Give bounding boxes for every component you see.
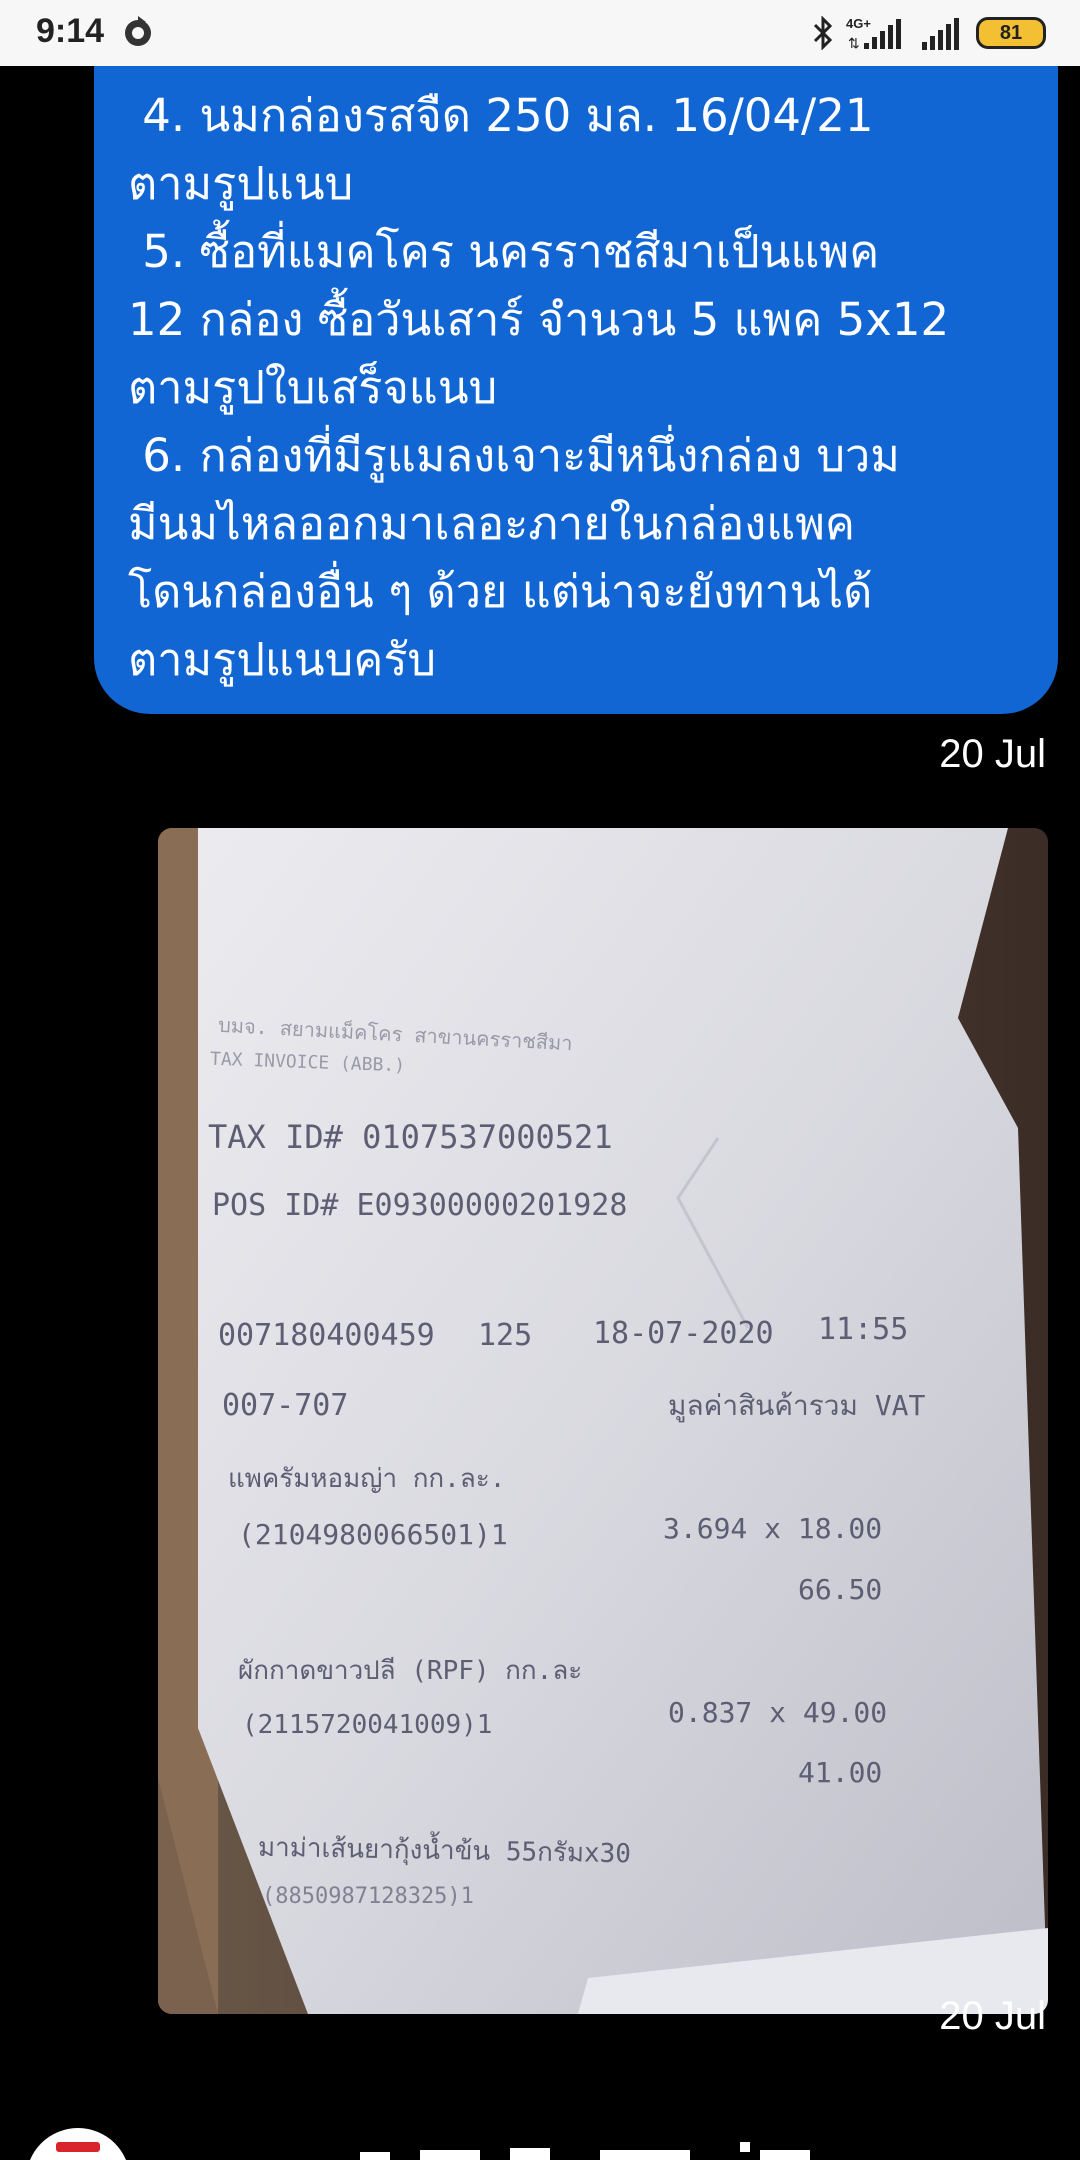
message-line: ตามรูปแนบครับ — [128, 633, 437, 686]
svg-text:⇅: ⇅ — [848, 35, 860, 51]
signal-icon — [920, 16, 964, 50]
receipt-item-total: 41.00 — [798, 1756, 883, 1789]
receipt-item-name: แพครัมหอมญ่า กก.ละ. — [228, 1464, 506, 1494]
receipt-item-code: (2104980066501)1 — [238, 1518, 508, 1551]
receipt-txn-no: 007180400459 — [218, 1318, 435, 1353]
message-line: ตามรูปแนบ — [128, 157, 354, 210]
receipt-item-name: มาม่าเส้นยากุ้งน้ำข้น 55กรัมx30 — [257, 1832, 632, 1870]
avatar[interactable] — [26, 2128, 130, 2160]
receipt-item-name: ผักกาดขาวปลี (RPF) กก.ละ — [238, 1656, 583, 1686]
message-line: มีนมไหลออกมาเลอะภายในกล่องแพค — [128, 497, 855, 550]
receipt-vat-header: มูลค่าสินค้ารวม VAT — [668, 1389, 926, 1422]
message-line: โดนกล่องอื่น ๆ ด้วย แต่น่าจะยังทานได้ — [128, 565, 873, 618]
battery-level: 81 — [999, 21, 1023, 44]
message-timestamp: 20 Jul — [939, 732, 1046, 776]
bluetooth-icon — [812, 16, 834, 50]
receipt-item-code: (8850987128325)1 — [262, 1884, 474, 1909]
receipt-txn-code: 125 — [478, 1318, 533, 1353]
receipt-item-qty-price: 0.837 x 49.00 — [668, 1696, 888, 1729]
battery-icon: 81 — [976, 17, 1046, 49]
avatar-logo — [56, 2142, 100, 2152]
message-line: 5. ซื้อที่แมคโคร นครราชสีมาเป็นแพค — [128, 225, 880, 278]
status-time: 9:14 — [36, 12, 105, 50]
receipt-photo[interactable]: บมจ. สยามแม็คโคร สาขานครราชสีมา TAX INVO… — [158, 828, 1048, 2014]
next-message-snippet — [360, 2142, 810, 2160]
network-label: 4G+ — [846, 16, 871, 31]
photo-timestamp: 20 Jul — [939, 1994, 1046, 2038]
receipt-item-total: 66.50 — [798, 1573, 883, 1606]
receipt-counter: 007-707 — [222, 1388, 349, 1423]
sync-icon — [120, 14, 156, 50]
receipt-pos-id: POS ID# E09300000201928 — [212, 1188, 628, 1223]
message-line: 4. นมกล่องรสจืด 250 มล. 16/04/21 — [128, 89, 874, 142]
signal-4g-icon: 4G+ ⇅ — [846, 15, 908, 51]
message-line: ตามรูปใบเสร็จแนบ — [128, 361, 498, 414]
receipt-date: 18-07-2020 — [593, 1316, 774, 1351]
receipt-item-qty-price: 3.694 x 18.00 — [663, 1512, 883, 1545]
receipt-time: 11:55 — [818, 1312, 909, 1347]
message-bubble[interactable]: 4. นมกล่องรสจืด 250 มล. 16/04/21 ตามรูปแ… — [94, 66, 1058, 714]
message-line: 6. กล่องที่มีรูแมลงเจาะมีหนึ่งกล่อง บวม — [128, 429, 900, 482]
message-line: 12 กล่อง ซื้อวันเสาร์ จำนวน 5 แพค 5x12 — [128, 293, 950, 346]
status-bar: 9:14 4G+ ⇅ 81 — [0, 0, 1080, 66]
receipt-item-code: (2115720041009)1 — [242, 1710, 493, 1740]
receipt-tax-id: TAX ID# 0107537000521 — [208, 1118, 613, 1156]
